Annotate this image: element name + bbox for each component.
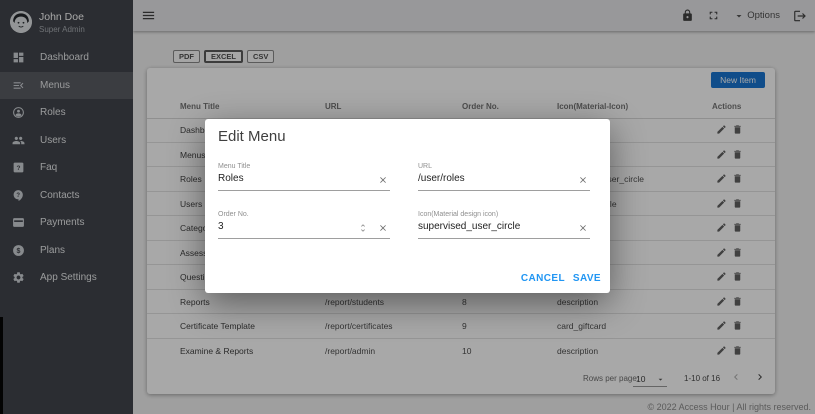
order-no-field: Order No. — [218, 211, 390, 245]
url-field: URL — [418, 163, 590, 197]
dialog-title: Edit Menu — [218, 128, 286, 145]
edit-menu-dialog: Edit Menu Menu Title URL Order No. Icon(… — [205, 119, 610, 293]
icon-input[interactable] — [418, 221, 568, 232]
clear-icon[interactable] — [578, 175, 588, 185]
clear-icon[interactable] — [378, 223, 388, 233]
save-button[interactable]: SAVE — [573, 271, 601, 286]
clear-icon[interactable] — [378, 175, 388, 185]
menu-title-field: Menu Title — [218, 163, 390, 197]
menu-title-input[interactable] — [218, 173, 368, 184]
icon-field: Icon(Material design icon) — [418, 211, 590, 245]
number-stepper-icon[interactable] — [358, 223, 368, 233]
url-input[interactable] — [418, 173, 568, 184]
cancel-button[interactable]: CANCEL — [521, 271, 565, 286]
app-window: John Doe Super Admin Dashboard Menus Rol… — [0, 0, 815, 414]
order-no-input[interactable] — [218, 221, 368, 232]
clear-icon[interactable] — [578, 223, 588, 233]
